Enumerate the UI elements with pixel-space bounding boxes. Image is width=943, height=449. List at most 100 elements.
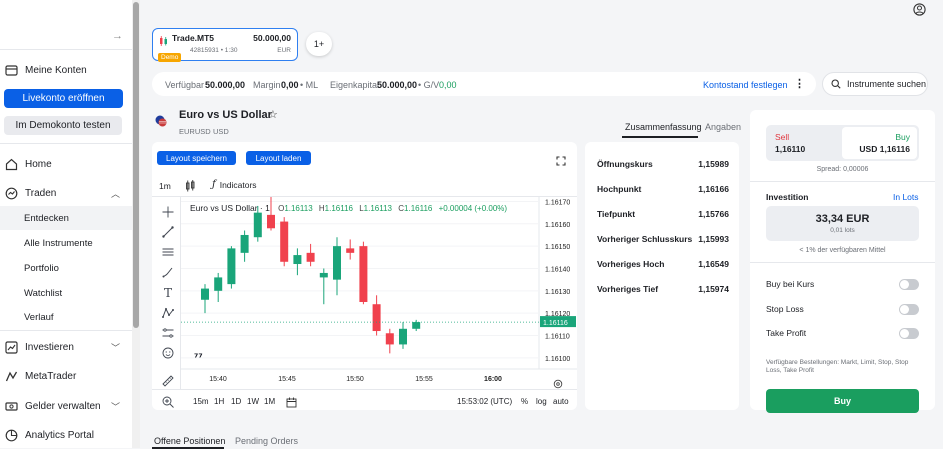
y-tick-label: 1.16160 [545, 222, 570, 229]
sidebar-item-home[interactable]: Home [0, 152, 132, 176]
sidebar-item-funds[interactable]: Gelder verwalten ﹀ [0, 394, 132, 418]
stat-row: Tiefpunkt 1,15766 [597, 209, 729, 219]
function-icon: ƒ [212, 179, 216, 190]
range-1m[interactable]: 1M [264, 397, 275, 406]
chart-bottom-divider [152, 389, 577, 390]
candle-body [319, 272, 328, 278]
sidebar-item-trade[interactable]: Traden ︿ [0, 181, 132, 205]
tradingview-logo-icon: ⁷⁷ [194, 353, 203, 364]
range-1d[interactable]: 1D [231, 397, 241, 406]
sidebar-item-label: Gelder verwalten [25, 400, 101, 412]
y-tick-label: 1.16140 [545, 266, 570, 273]
brush-icon[interactable] [160, 264, 176, 280]
fullscreen-icon[interactable] [556, 153, 566, 166]
tab-summary[interactable]: Zusammenfassung [625, 122, 702, 132]
vertical-ellipsis-icon[interactable]: ⋮ [794, 77, 805, 90]
open-live-account-button[interactable]: Livekonto eröffnen [4, 89, 123, 108]
crosshair-icon[interactable] [160, 204, 176, 220]
sidebar-item-label: Analytics Portal [25, 429, 94, 441]
user-profile-icon[interactable] [913, 3, 926, 16]
sidebar-item-metatrader[interactable]: MetaTrader [0, 364, 132, 388]
ruler-icon[interactable] [160, 373, 176, 389]
current-price-label: 1.16116 [543, 320, 568, 327]
indicators-button[interactable]: ƒ Indicators [212, 179, 257, 190]
account-currency: EUR [277, 47, 291, 54]
search-instruments-button[interactable]: Instrumente suchen [822, 72, 928, 96]
save-layout-button[interactable]: Layout speichern [157, 151, 236, 165]
candle-body [214, 277, 223, 291]
candle-type-icon[interactable] [185, 179, 196, 192]
sidebar-subitem-all-instruments[interactable]: Alle Instrumente [0, 231, 132, 255]
tab-summary-underline [622, 136, 698, 138]
search-icon [831, 79, 841, 89]
sell-price-button[interactable]: Sell 1,16110 [768, 127, 842, 159]
zoom-in-icon[interactable] [160, 394, 176, 410]
available-label: Verfügbar [165, 80, 205, 90]
sidebar-item-accounts[interactable]: Meine Konten [0, 58, 132, 82]
range-1h[interactable]: 1H [214, 397, 224, 406]
available-value: 50.000,00 [205, 80, 246, 90]
interval-selector[interactable]: 1m [159, 181, 171, 191]
price-chart[interactable]: 1.16170 1.16160 1.16150 1.16140 1.16130 1.161… [181, 197, 577, 389]
equity-label: Eigenkapital [330, 80, 380, 90]
order-types-note: Verfügbare Bestellungen: Markt, Limit, S… [766, 359, 909, 374]
chart-settings-icon[interactable] [553, 376, 563, 389]
stat-label: Öffnungskurs [597, 159, 653, 169]
tab-open-positions[interactable]: Offene Positionen [154, 436, 225, 446]
log-toggle[interactable]: log [536, 397, 547, 406]
sidebar-subitem-discover[interactable]: Entdecken [0, 206, 132, 230]
stat-value: 1,15993 [698, 234, 729, 244]
try-demo-account-button[interactable]: Im Demokonto testen [4, 116, 122, 135]
range-15m[interactable]: 15m [193, 397, 209, 406]
investment-amount: 33,34 EUR [815, 213, 870, 225]
pattern-icon[interactable] [160, 305, 176, 321]
tab-details[interactable]: Angaben [705, 122, 741, 132]
candle-body [333, 246, 341, 280]
take-profit-toggle[interactable] [899, 328, 919, 339]
account-card[interactable]: Trade.MT5 50.000,00 Demo 42815931 • 1:30… [152, 28, 298, 62]
chart-trend-icon [4, 340, 18, 354]
in-lots-toggle[interactable]: In Lots [893, 192, 919, 202]
buy-at-price-toggle[interactable] [899, 279, 919, 290]
sidebar-item-label: Home [25, 158, 52, 170]
add-account-button[interactable]: 1+ [306, 32, 332, 56]
sidebar: → Meine Konten Livekonto eröffnen Im Dem… [0, 0, 140, 448]
text-tool-icon[interactable]: T [160, 285, 176, 301]
trend-line-icon[interactable] [160, 224, 176, 240]
auto-toggle[interactable]: auto [553, 397, 569, 406]
horizontal-lines-icon[interactable] [160, 244, 176, 260]
percent-toggle[interactable]: % [521, 397, 528, 406]
investment-amount-input[interactable]: 33,34 EUR 0,01 lots [766, 206, 919, 241]
stop-loss-toggle[interactable] [899, 304, 919, 315]
sidebar-item-invest[interactable]: Investieren ﹀ [0, 335, 132, 359]
load-layout-button[interactable]: Layout laden [246, 151, 311, 165]
sidebar-subitem-history[interactable]: Verlauf [0, 305, 132, 329]
candle-body [280, 221, 289, 262]
stat-value: 1,16166 [698, 184, 729, 194]
sidebar-subitem-portfolio[interactable]: Portfolio [0, 256, 132, 280]
x-tick-label: 15:40 [209, 376, 227, 383]
stat-value: 1,15766 [698, 209, 729, 219]
sidebar-item-analytics[interactable]: Analytics Portal [0, 423, 132, 447]
pl-value: 0,00 [439, 80, 457, 90]
candle-body [227, 248, 236, 285]
x-tick-label: 16:00 [484, 376, 502, 383]
collapse-arrow-icon[interactable]: → [112, 30, 123, 42]
equity-value: 50.000,00 [377, 80, 418, 90]
favorite-star-icon[interactable]: ☆ [268, 108, 278, 121]
margin-level-label: • ML [300, 80, 319, 90]
set-balance-link[interactable]: Kontostand festlegen [703, 80, 788, 90]
submit-buy-button[interactable]: Buy [766, 389, 919, 413]
x-tick-label: 15:50 [346, 376, 364, 383]
tab-pending-orders[interactable]: Pending Orders [235, 436, 298, 446]
buy-price-button[interactable]: Buy USD 1,16116 [842, 127, 917, 159]
money-transfer-icon [4, 399, 18, 413]
candle-body [385, 333, 394, 345]
forecast-icon[interactable] [160, 325, 176, 341]
emoji-icon[interactable] [160, 345, 176, 361]
sidebar-scrollbar-thumb[interactable] [133, 2, 139, 328]
calendar-icon[interactable] [286, 395, 297, 408]
sidebar-subitem-watchlist[interactable]: Watchlist [0, 281, 132, 305]
range-1w[interactable]: 1W [247, 397, 259, 406]
order-divider [750, 262, 935, 263]
